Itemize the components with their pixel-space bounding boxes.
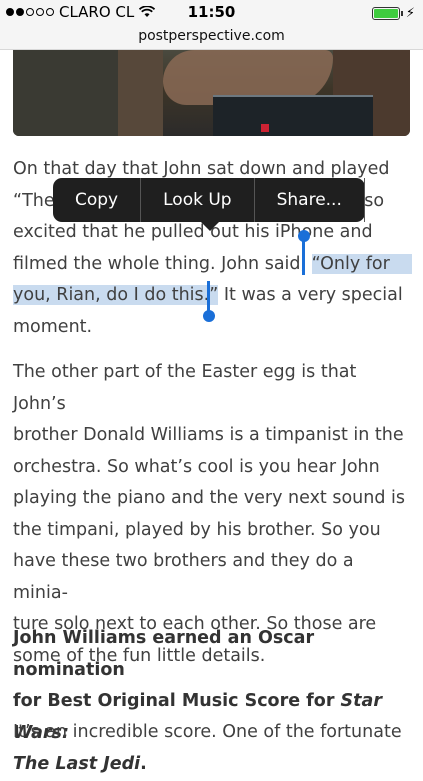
paragraph-line: It’s an incredible score. One of the for… xyxy=(13,722,402,742)
status-bar: CLARO CL 11:50 ⚡ xyxy=(0,0,423,24)
heading-line: The Last Jedi. xyxy=(13,754,147,774)
selection-end-caret xyxy=(207,281,210,313)
menu-pointer xyxy=(201,222,219,231)
article-photo xyxy=(13,50,410,136)
battery-indicator: ⚡ xyxy=(371,6,415,21)
paragraph-3: It’s an incredible score. One of the for… xyxy=(13,717,413,749)
selection-start-caret xyxy=(302,237,305,275)
paragraph-line: you, Rian, do I do this.” It was a very … xyxy=(13,285,403,305)
selection-end-handle[interactable] xyxy=(203,310,215,322)
heading-line: John Williams earned an Oscar nomination xyxy=(13,628,315,680)
selected-text[interactable]: “Only for xyxy=(311,253,412,274)
edit-context-menu: Copy Look Up Share... xyxy=(53,178,365,231)
copy-menu-item[interactable]: Copy xyxy=(53,178,142,222)
paragraph-line: the timpani, played by his brother. So y… xyxy=(13,519,381,540)
share-menu-item[interactable]: Share... xyxy=(255,178,365,222)
charging-bolt-icon: ⚡ xyxy=(405,6,415,21)
paragraph-line: orchestra. So what’s cool is you hear Jo… xyxy=(13,456,380,477)
selected-text[interactable]: you, Rian, do I do this.” xyxy=(13,285,219,305)
section-heading: John Williams earned an Oscar nomination… xyxy=(13,623,413,781)
paragraph-line: brother Donald Williams is a timpanist i… xyxy=(13,425,404,445)
battery-icon xyxy=(371,7,400,20)
look-up-menu-item[interactable]: Look Up xyxy=(141,178,255,222)
url-bar[interactable]: postperspective.com xyxy=(0,24,423,50)
paragraph-line: filmed the whole thing. John said, “Only… xyxy=(13,249,413,281)
paragraph-line: The other part of the Easter egg is that… xyxy=(13,362,357,414)
paragraph-line: playing the piano and the very next soun… xyxy=(13,488,406,508)
clock: 11:50 xyxy=(187,3,236,21)
paragraph-line: have these two brothers and they do a mi… xyxy=(13,551,354,603)
